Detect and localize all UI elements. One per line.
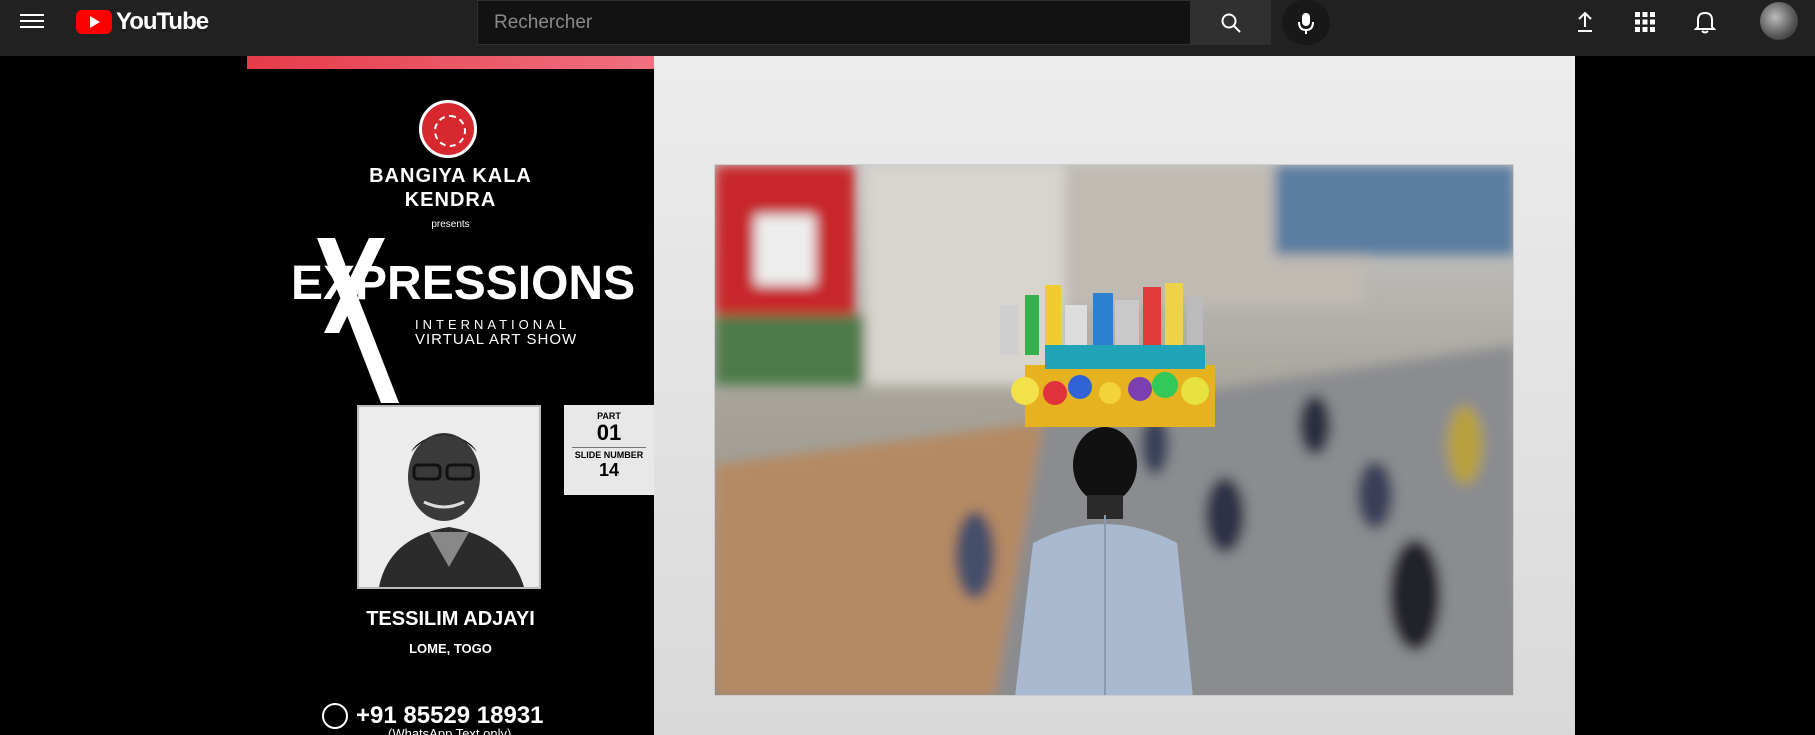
youtube-header: YouTube [0, 0, 1815, 56]
show-subtitle-line1: INTERNATIONAL [415, 317, 571, 332]
artwork-photograph [714, 164, 1514, 696]
part-slide-badge: PART 01 SLIDE NUMBER 14 [564, 405, 654, 495]
artist-location: LOME, TOGO [409, 641, 492, 656]
microphone-icon [1298, 12, 1314, 34]
search-box [477, 0, 1191, 45]
apps-button[interactable] [1633, 10, 1657, 34]
street-vendor-photo [715, 165, 1513, 695]
search-button[interactable] [1191, 0, 1271, 45]
hamburger-menu-icon[interactable] [20, 10, 44, 34]
apps-grid-icon [1635, 12, 1655, 32]
part-number: 01 [596, 420, 622, 445]
artist-portrait-image [359, 407, 539, 587]
show-title: EXPRESSIONS [291, 257, 636, 310]
slide-accent-bar [247, 56, 654, 69]
video-player[interactable]: BANGIYA KALA KENDRA presents EXPRESSIONS… [0, 56, 1815, 735]
search-icon [1221, 13, 1241, 33]
slide-number-label: SLIDE NUMBER [574, 450, 644, 460]
bangiya-kala-kendra-seal-icon [419, 100, 477, 158]
artist-name: TESSILIM ADJAYI [366, 608, 535, 630]
presents-label: presents [431, 219, 470, 230]
youtube-play-icon [76, 10, 112, 34]
show-subtitle: INTERNATIONAL VIRTUAL ART SHOW [415, 317, 577, 347]
show-subtitle-line2: VIRTUAL ART SHOW [415, 331, 578, 348]
artist-portrait [357, 405, 541, 589]
organization-name-line1: BANGIYA KALA [369, 165, 532, 187]
youtube-logo[interactable]: YouTube [76, 8, 209, 35]
organization-name: BANGIYA KALA KENDRA [247, 164, 654, 212]
artwork-panel [654, 56, 1575, 735]
whatsapp-note: (WhatsApp Text only) [388, 726, 512, 735]
upload-icon [1578, 11, 1592, 32]
search-input[interactable] [478, 1, 1190, 44]
avatar[interactable] [1760, 2, 1798, 40]
whatsapp-icon [322, 703, 348, 729]
youtube-logo-text: YouTube [116, 8, 209, 35]
organization-name-line2: KENDRA [404, 189, 497, 211]
upload-button[interactable] [1573, 10, 1597, 34]
notifications-bell-icon [1694, 11, 1716, 34]
slide-number: 14 [598, 460, 620, 480]
voice-search-button[interactable] [1282, 0, 1330, 45]
slide-info-panel: BANGIYA KALA KENDRA presents EXPRESSIONS… [247, 56, 654, 735]
notifications-button[interactable] [1693, 10, 1717, 34]
